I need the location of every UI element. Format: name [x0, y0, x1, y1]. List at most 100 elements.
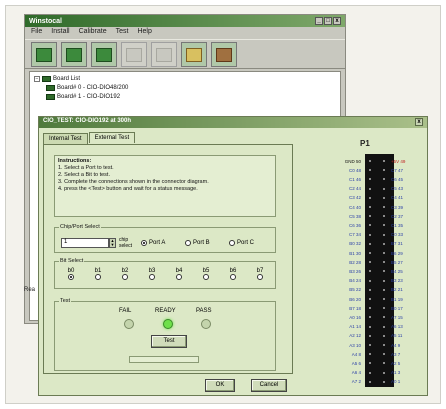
pin-label: A0 16 — [349, 314, 361, 320]
connector-title: P1 — [360, 139, 370, 148]
connector-left-pin: B7 18 — [333, 304, 371, 312]
connector-left-pin: C4 40 — [333, 203, 371, 211]
pin-label: A3 7 — [391, 351, 401, 357]
menu-calibrate[interactable]: Calibrate — [79, 28, 107, 38]
bit-b5[interactable]: b5 — [194, 268, 218, 282]
tab-strip: Internal Test External Test — [43, 132, 136, 144]
cancel-button[interactable]: Cancel — [251, 379, 287, 392]
pin-label: C6 45 — [391, 176, 404, 182]
chip-select-label: chip select — [119, 237, 133, 249]
bit-b3[interactable]: b3 — [140, 268, 164, 282]
radio-port-b[interactable]: Port B — [185, 240, 210, 246]
close-button[interactable]: x — [333, 17, 341, 25]
board-1-icon — [36, 47, 52, 62]
bit-radio — [257, 274, 263, 280]
bit-radio — [203, 274, 209, 280]
pin-label: A1 3 — [391, 370, 401, 376]
tree-root[interactable]: − Board List — [34, 74, 336, 83]
tab-external-test[interactable]: External Test — [88, 132, 136, 143]
pin-dot — [369, 307, 371, 310]
tool-board-2[interactable] — [61, 42, 87, 67]
board-icon — [46, 93, 55, 100]
bit-radio — [122, 274, 128, 280]
board-3-icon — [96, 47, 112, 62]
collapse-icon[interactable]: − — [34, 75, 40, 82]
chip-spinner[interactable]: ▲ ▼ — [109, 238, 116, 248]
tool-board-3[interactable] — [91, 42, 117, 67]
tool-notepad[interactable] — [181, 42, 207, 67]
connector-left-pin: B1 30 — [333, 249, 371, 257]
board-5-icon — [156, 47, 172, 62]
minimize-button[interactable]: _ — [315, 17, 323, 25]
connector-right-pin: A4 9 — [383, 341, 421, 349]
tool-board-4[interactable] — [121, 42, 147, 67]
connector-right-pin: B4 25 — [383, 267, 421, 275]
tree-item[interactable]: Board# 1 - CIO-DIO192 — [34, 92, 336, 101]
bit-radio — [149, 274, 155, 280]
pin-dot — [369, 224, 371, 227]
connector-right-pin: A2 5 — [383, 359, 421, 367]
pin-label: C7 34 — [348, 232, 361, 238]
pin-dot — [369, 233, 371, 236]
connector-left-pin: C1 46 — [333, 175, 371, 183]
pin-dot — [383, 242, 385, 245]
dialog-close-button[interactable]: x — [415, 118, 423, 126]
ready-label: READY — [155, 308, 176, 314]
pin-dot — [383, 215, 385, 218]
ok-button[interactable]: OK — [205, 379, 235, 392]
pin-dot — [369, 298, 371, 300]
menu-help[interactable]: Help — [137, 28, 151, 38]
pin-dot — [383, 224, 385, 227]
radio-dot-port-a — [141, 240, 147, 246]
radio-dot-port-c — [229, 240, 235, 246]
tool-board-1[interactable] — [31, 42, 57, 67]
pin-dot — [383, 252, 385, 254]
tab-internal-test[interactable]: Internal Test — [43, 133, 88, 144]
pin-dot — [369, 178, 371, 181]
bit-b0[interactable]: b0 — [59, 268, 83, 282]
board-icon — [46, 84, 55, 91]
connector-left-pin: C3 42 — [333, 194, 371, 202]
instruction-line: 2. Select a Bit to test. — [58, 172, 110, 178]
tool-book[interactable] — [211, 42, 237, 67]
port-a-label: Port A — [149, 240, 166, 246]
connector-left-pin: A2 12 — [333, 332, 371, 340]
bit-b7[interactable]: b7 — [248, 268, 272, 282]
pin-label: B5 22 — [349, 287, 361, 293]
menu-install[interactable]: Install — [51, 28, 69, 38]
pin-dot — [383, 279, 385, 282]
pin-label: B4 25 — [391, 268, 403, 274]
bit-b4[interactable]: b4 — [167, 268, 191, 282]
bit-b6[interactable]: b6 — [221, 268, 245, 282]
pin-dot — [383, 169, 385, 172]
radio-port-c[interactable]: Port C — [229, 240, 254, 246]
menu-file[interactable]: File — [31, 28, 42, 38]
pin-label: B4 24 — [349, 278, 361, 284]
pin-dot — [369, 261, 371, 264]
test-button[interactable]: Test — [151, 335, 187, 348]
instruction-line: 3. Complete the connections shown in the… — [58, 179, 209, 185]
tool-board-5[interactable] — [151, 42, 177, 67]
book-icon — [216, 47, 232, 62]
pass-label: PASS — [196, 308, 212, 314]
pin-dot — [369, 353, 371, 356]
menu-test[interactable]: Test — [116, 28, 129, 38]
tree-item[interactable]: Board# 0 - CIO-DIO48/200 — [34, 83, 336, 92]
chip-select-input[interactable]: 1 — [61, 238, 109, 248]
maximize-button[interactable]: □ — [324, 17, 332, 25]
pin-label: C7 47 — [391, 167, 404, 173]
connector-left-pin: C2 44 — [333, 185, 371, 193]
pin-label: A7 2 — [351, 379, 361, 385]
connector-right-pin: A6 13 — [383, 323, 421, 331]
bit-b2[interactable]: b2 — [113, 268, 137, 282]
connector-left-pin: A4 8 — [333, 350, 371, 358]
pin-label: B6 20 — [349, 296, 361, 302]
connector-right-pin: C0 33 — [383, 231, 421, 239]
pin-label: C2 44 — [348, 186, 361, 192]
dialog-titlebar[interactable]: CIO_TEST: CIO-DIO192 at 300h x — [39, 117, 427, 128]
pin-dot — [383, 298, 385, 300]
main-titlebar[interactable]: Winstocal _ □ x — [25, 15, 345, 27]
bit-b1[interactable]: b1 — [86, 268, 110, 282]
pin-label: C3 42 — [348, 195, 361, 201]
radio-port-a[interactable]: Port A — [141, 240, 165, 246]
